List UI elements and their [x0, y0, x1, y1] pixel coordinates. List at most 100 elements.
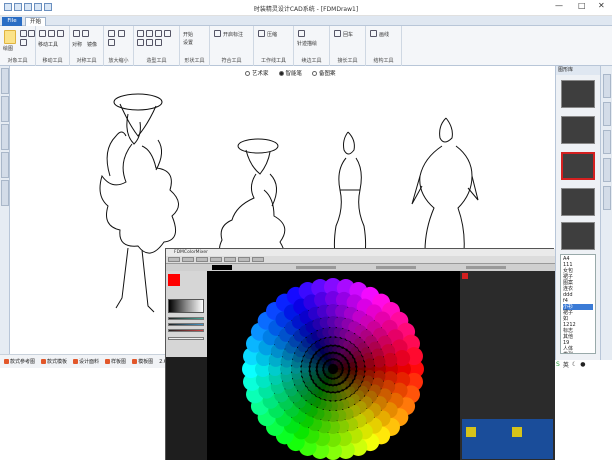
- toolbar-button[interactable]: [224, 257, 236, 262]
- annotate-label[interactable]: 开启标注: [223, 31, 243, 38]
- rectangle-icon[interactable]: [137, 30, 144, 37]
- tab-start[interactable]: 开始: [25, 17, 47, 26]
- ruler-icon[interactable]: [214, 30, 221, 37]
- left-tab-4[interactable]: [1, 152, 9, 178]
- select-icon[interactable]: [20, 39, 27, 46]
- color-dot[interactable]: [383, 352, 398, 367]
- brush-icon[interactable]: [20, 30, 27, 37]
- left-tab-5[interactable]: [1, 180, 9, 206]
- bottom-tab[interactable]: 款式模板: [41, 358, 67, 365]
- curve-icon[interactable]: [155, 30, 162, 37]
- symmetry-label[interactable]: 对称: [72, 41, 82, 48]
- slider[interactable]: [466, 266, 506, 269]
- current-color-swatch[interactable]: [168, 274, 180, 286]
- slider[interactable]: [376, 266, 416, 269]
- maximize-button[interactable]: □: [578, 1, 586, 10]
- color-dot[interactable]: [364, 358, 375, 369]
- radio-indicator[interactable]: [312, 70, 318, 76]
- color-dot[interactable]: [343, 363, 349, 369]
- radio-pattern[interactable]: 备图案: [312, 68, 336, 78]
- library-thumbnail-selected[interactable]: [561, 152, 595, 180]
- bottom-tab[interactable]: 样板图: [105, 358, 126, 365]
- slider-bar[interactable]: [168, 323, 204, 326]
- mirror-label[interactable]: 镜像: [87, 41, 97, 48]
- toolbar-button[interactable]: [196, 257, 208, 262]
- radio-artist[interactable]: 艺术家: [245, 68, 269, 78]
- draw-line-icon[interactable]: [370, 30, 377, 37]
- enter-label[interactable]: 回车: [343, 31, 353, 38]
- dot-icon[interactable]: ●: [580, 361, 585, 368]
- toolbar-button[interactable]: [210, 257, 222, 262]
- slider[interactable]: [296, 266, 336, 269]
- library-list-item[interactable]: 发型: [563, 352, 593, 353]
- left-tab-3[interactable]: [1, 124, 9, 150]
- pencil-icon[interactable]: [4, 30, 16, 44]
- slider-bar[interactable]: [168, 337, 204, 340]
- move-icon[interactable]: [39, 30, 46, 37]
- library-thumbnail[interactable]: [561, 80, 595, 108]
- library-category-list[interactable]: A4111女包裙子图案连衣dddf4小衫裙子如1212标志其他19人体发型: [560, 254, 596, 354]
- color-dot[interactable]: [349, 361, 356, 368]
- library-thumbnail[interactable]: [561, 188, 595, 216]
- toolbar-button[interactable]: [168, 257, 180, 262]
- slider-bar[interactable]: [168, 317, 204, 320]
- extend-icon[interactable]: [334, 30, 341, 37]
- start-label[interactable]: 开始: [183, 31, 193, 38]
- bottom-tab[interactable]: 款式参考图: [4, 358, 35, 365]
- slider-bar[interactable]: [168, 329, 204, 332]
- right-tab-4[interactable]: [603, 158, 611, 182]
- right-tab-1[interactable]: [603, 74, 611, 98]
- circle-icon[interactable]: [146, 30, 153, 37]
- polygon-icon[interactable]: [137, 39, 144, 46]
- library-thumbnail[interactable]: [561, 116, 595, 144]
- rotate-icon[interactable]: [48, 30, 55, 37]
- draw-button-label[interactable]: 绘图: [3, 45, 13, 52]
- fill-icon[interactable]: [155, 39, 162, 46]
- mode-selector[interactable]: [212, 265, 232, 270]
- close-button[interactable]: ✕: [598, 1, 605, 10]
- tab-file[interactable]: File: [2, 17, 22, 26]
- gradient-strip[interactable]: [168, 299, 204, 313]
- stitch-label[interactable]: 针迹描绘: [297, 40, 317, 47]
- star-icon[interactable]: [146, 39, 153, 46]
- library-thumbnail[interactable]: [561, 222, 595, 250]
- eraser-icon[interactable]: [28, 30, 35, 37]
- ime-icon[interactable]: S: [556, 361, 560, 368]
- color-wheel[interactable]: [207, 271, 460, 460]
- radio-smart-pen[interactable]: 智能笔: [278, 68, 302, 78]
- toolbar-button[interactable]: [238, 257, 250, 262]
- color-dot[interactable]: [356, 360, 365, 369]
- toolbar-button[interactable]: [182, 257, 194, 262]
- flip-icon[interactable]: [82, 30, 89, 37]
- radio-indicator[interactable]: [278, 70, 284, 76]
- color-wheel-canvas[interactable]: [207, 271, 460, 460]
- bottom-tab[interactable]: 设计面料: [73, 358, 99, 365]
- zoom-out-icon[interactable]: [118, 30, 125, 37]
- undo-icon[interactable]: [57, 30, 64, 37]
- minimize-button[interactable]: —: [555, 1, 563, 10]
- toolbar-button[interactable]: [252, 257, 264, 262]
- mirror-icon[interactable]: [73, 30, 80, 37]
- settings-label[interactable]: 设置: [183, 39, 193, 46]
- compress-icon[interactable]: [258, 30, 265, 37]
- swatch-yellow-1[interactable]: [466, 427, 476, 437]
- left-tab-1[interactable]: [1, 68, 9, 94]
- compress-label[interactable]: 压缩: [267, 31, 277, 38]
- bottom-tab[interactable]: 模板图: [132, 358, 153, 365]
- move-tool-label[interactable]: 移动工具: [38, 41, 58, 48]
- moon-icon[interactable]: ☾: [572, 361, 577, 368]
- ime-indicator[interactable]: 英: [563, 360, 569, 369]
- left-tab-2[interactable]: [1, 96, 9, 122]
- draw-line-label[interactable]: 画线: [379, 31, 389, 38]
- right-tab-5[interactable]: [603, 186, 611, 210]
- right-tab-2[interactable]: [603, 102, 611, 126]
- right-tab-3[interactable]: [603, 130, 611, 154]
- stitch-icon[interactable]: [298, 30, 305, 37]
- swatch-yellow-2[interactable]: [512, 427, 522, 437]
- color-dot[interactable]: [337, 364, 342, 369]
- radio-indicator[interactable]: [245, 70, 250, 76]
- color-dot[interactable]: [373, 355, 386, 368]
- zoom-in-icon[interactable]: [108, 30, 115, 37]
- line-icon[interactable]: [164, 30, 171, 37]
- fit-icon[interactable]: [108, 39, 115, 46]
